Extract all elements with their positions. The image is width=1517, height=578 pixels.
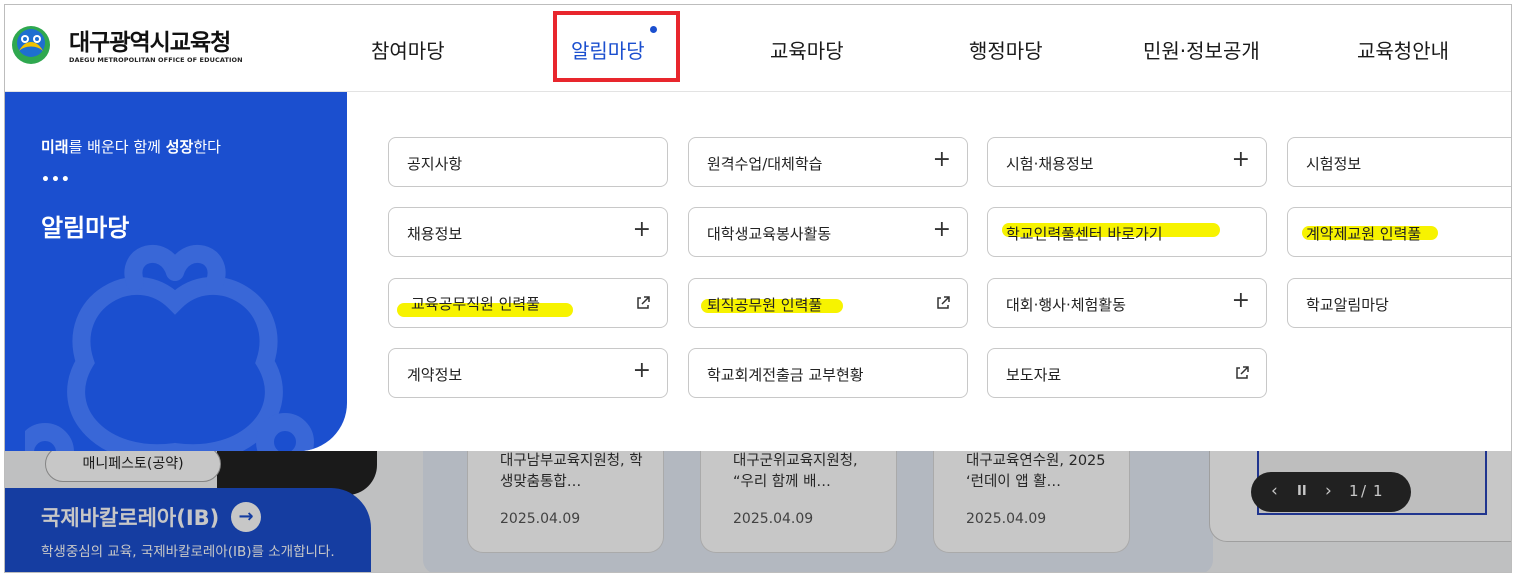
menu-item-label: 퇴직공무원 인력풀 — [707, 296, 823, 314]
menu-item-school-staff-pool[interactable]: 학교인력풀센터 바로가기 — [987, 207, 1267, 257]
slogan: 미래를 배운다 함께 성장한다 — [41, 138, 221, 156]
nav-item-office-guide[interactable]: 교육청안내 — [1357, 35, 1449, 64]
menu-item-label: 공지사항 — [407, 155, 463, 173]
menu-item-label: 원격수업/대체학습 — [707, 155, 823, 173]
menu-item-label: 대회·행사·체험활동 — [1006, 296, 1126, 314]
external-link-icon[interactable] — [635, 295, 651, 311]
nav-item-participation[interactable]: 참여마당 — [371, 35, 445, 64]
highlight-box — [553, 11, 680, 82]
menu-item-label: 시험정보 — [1306, 155, 1362, 173]
menu-item-school-accounting[interactable]: 학교회계전출금 교부현황 — [688, 348, 968, 398]
plus-icon[interactable]: + — [1232, 290, 1250, 312]
menu-item-school-notice[interactable]: 학교알림마당 — [1287, 278, 1511, 328]
menu-item-press-release[interactable]: 보도자료 — [987, 348, 1267, 398]
menu-item-label: 교육공무직원 인력풀 — [411, 295, 540, 313]
menu-item-exam-info[interactable]: 시험정보 — [1287, 137, 1511, 187]
menu-item-events[interactable]: 대회·행사·체험활동 + — [987, 278, 1267, 328]
logo-emblem-icon — [12, 26, 50, 64]
nav-item-civil-info[interactable]: 민원·정보공개 — [1143, 35, 1260, 64]
menu-item-label: 채용정보 — [407, 225, 463, 243]
menu-item-contract-info[interactable]: 계약정보 + — [388, 348, 668, 398]
mascot-outline-icon — [25, 245, 314, 451]
site-logo[interactable]: 대구광역시교육청 DAEGU METROPOLITAN OFFICE OF ED… — [11, 23, 251, 71]
plus-icon[interactable]: + — [1232, 149, 1250, 171]
menu-item-label: 시험·채용정보 — [1006, 155, 1094, 173]
logo-text: 대구광역시교육청 — [69, 30, 231, 56]
site-header: 대구광역시교육청 DAEGU METROPOLITAN OFFICE OF ED… — [5, 5, 1511, 92]
menu-item-label: 보도자료 — [1006, 366, 1062, 384]
nav-item-education[interactable]: 교육마당 — [770, 35, 844, 64]
menu-item-edu-staff-pool[interactable]: 교육공무직원 인력풀 — [388, 278, 668, 328]
plus-icon[interactable]: + — [933, 219, 951, 241]
browser-viewport: 대구남부교육지원청, 학생맞춤통합… 2025.04.09 대구군위교육지원청,… — [4, 4, 1512, 573]
menu-item-recruit-info[interactable]: 채용정보 + — [388, 207, 668, 257]
nav-item-administration[interactable]: 행정마당 — [969, 35, 1043, 64]
logo-subtext: DAEGU METROPOLITAN OFFICE OF EDUCATION — [69, 56, 243, 64]
plus-icon[interactable]: + — [633, 360, 651, 382]
menu-item-label: 계약정보 — [407, 366, 463, 384]
menu-item-label: 대학생교육봉사활동 — [707, 225, 832, 243]
dots-icon: ••• — [41, 172, 71, 188]
menu-item-retired-official-pool[interactable]: 퇴직공무원 인력풀 — [688, 278, 968, 328]
mega-menu-title: 알림마당 — [41, 214, 130, 242]
plus-icon[interactable]: + — [633, 219, 651, 241]
menu-item-label: 학교인력풀센터 바로가기 — [1006, 225, 1163, 243]
mega-menu-sidebar: 미래를 배운다 함께 성장한다 ••• 알림마당 — [5, 92, 347, 451]
menu-item-label: 학교회계전출금 교부현황 — [707, 366, 864, 384]
plus-icon[interactable]: + — [933, 149, 951, 171]
menu-item-notices[interactable]: 공지사항 — [388, 137, 668, 187]
external-link-icon[interactable] — [935, 295, 951, 311]
external-link-icon[interactable] — [1234, 365, 1250, 381]
menu-item-label: 계약제교원 인력풀 — [1306, 225, 1422, 243]
menu-item-contract-teacher-pool[interactable]: 계약제교원 인력풀 — [1287, 207, 1511, 257]
menu-item-exam-recruit[interactable]: 시험·채용정보 + — [987, 137, 1267, 187]
menu-item-remote-learning[interactable]: 원격수업/대체학습 + — [688, 137, 968, 187]
menu-item-label: 학교알림마당 — [1306, 296, 1389, 314]
mega-menu: 미래를 배운다 함께 성장한다 ••• 알림마당 공지사항 원격수업/대체학습 … — [5, 92, 1511, 451]
menu-item-student-volunteer[interactable]: 대학생교육봉사활동 + — [688, 207, 968, 257]
